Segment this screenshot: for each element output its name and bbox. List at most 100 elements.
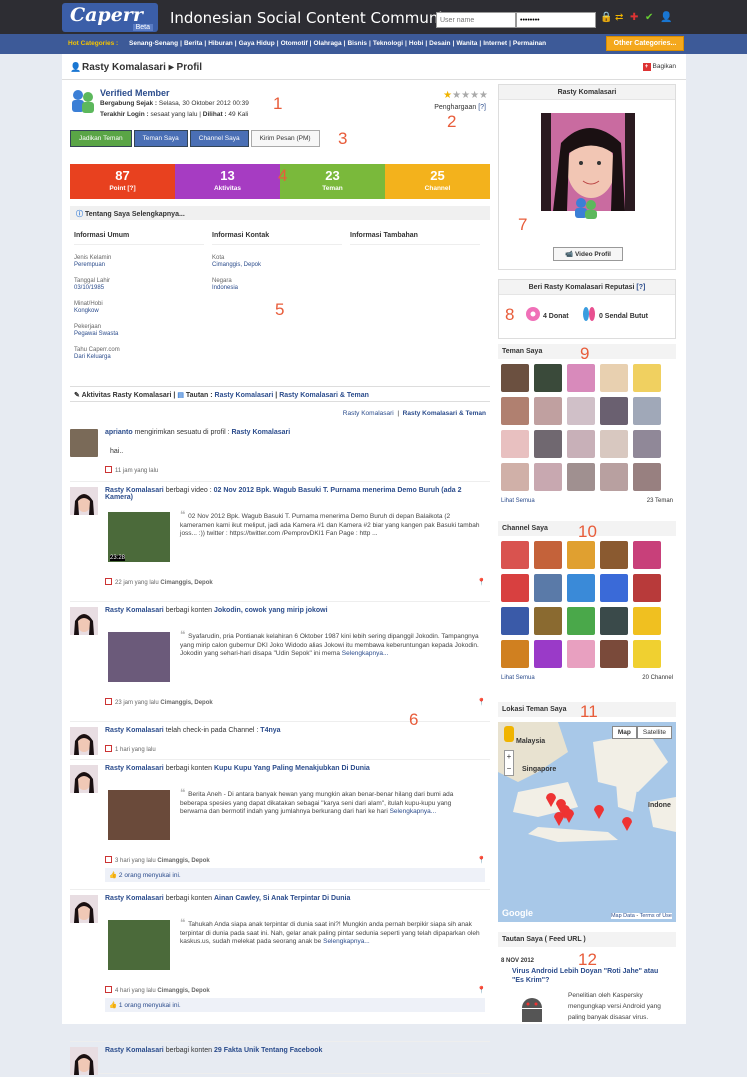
info-value[interactable]: Indonesia	[212, 285, 342, 291]
stat-2[interactable]: 23 Teman	[280, 164, 385, 199]
share-button[interactable]: + Bagikan	[642, 63, 676, 71]
check-icon[interactable]: ✔	[645, 13, 655, 23]
my-channel-button[interactable]: Channel Saya	[189, 130, 249, 147]
friend-avatar[interactable]	[501, 397, 529, 425]
read-more-link[interactable]: Selengkapnya...	[342, 650, 389, 657]
feed-user-link[interactable]: Rasty Komalasari	[105, 727, 164, 734]
stat-1[interactable]: 13 Aktivitas	[175, 164, 280, 199]
friend-avatar[interactable]	[567, 364, 595, 392]
category-link[interactable]: Olahraga	[312, 40, 342, 47]
category-link[interactable]: Wanita	[455, 40, 478, 47]
info-value[interactable]: 03/10/1985	[74, 285, 204, 291]
channel-icon[interactable]	[501, 607, 529, 635]
feed-target-link[interactable]: 29 Fakta Unik Tentang Facebook	[214, 1047, 322, 1054]
friend-avatar[interactable]	[501, 364, 529, 392]
channel-icon[interactable]	[633, 541, 661, 569]
avatar[interactable]	[70, 765, 98, 793]
feed-target-link[interactable]: Kupu Kupu Yang Paling Menakjubkan Di Dun…	[214, 765, 370, 772]
info-value[interactable]: Pegawai Swasta	[74, 331, 204, 337]
read-more-link[interactable]: Selengkapnya...	[323, 938, 370, 945]
feed-target-link[interactable]: T4nya	[260, 727, 280, 734]
username-input[interactable]	[436, 12, 516, 28]
friend-avatar[interactable]	[534, 397, 562, 425]
category-link[interactable]: Permainan	[512, 40, 547, 47]
password-input[interactable]	[516, 12, 596, 28]
filter-friends[interactable]: Rasty Komalasari & Teman	[403, 410, 486, 417]
category-link[interactable]: Bisnis	[346, 40, 368, 47]
caperr-logo[interactable]: Caperr Beta	[62, 3, 158, 32]
channel-icon[interactable]	[501, 574, 529, 602]
feed-user-link[interactable]: Rasty Komalasari	[105, 487, 164, 494]
feed-user-link[interactable]: Rasty Komalasari	[105, 1047, 164, 1054]
friend-avatar[interactable]	[633, 397, 661, 425]
avatar[interactable]	[70, 895, 98, 923]
category-link[interactable]: Otomotif	[280, 40, 309, 47]
friend-avatar[interactable]	[501, 463, 529, 491]
likes-bar[interactable]: 👍 2 orang menyukai ini.	[105, 868, 485, 882]
tautan-self-link[interactable]: Rasty Komalasari	[215, 392, 274, 399]
channel-icon[interactable]	[501, 640, 529, 668]
stat-3[interactable]: 25 Channel	[385, 164, 490, 199]
user-icon[interactable]: 👤	[660, 13, 672, 23]
channel-icon[interactable]	[501, 541, 529, 569]
friend-avatar[interactable]	[567, 397, 595, 425]
info-value[interactable]: Perempuan	[74, 262, 204, 268]
friend-avatar[interactable]	[501, 430, 529, 458]
category-link[interactable]: Gaya Hidup	[238, 40, 276, 47]
channel-icon[interactable]	[534, 574, 562, 602]
feed-thumbnail[interactable]	[108, 790, 170, 840]
channel-icon[interactable]	[633, 640, 661, 668]
stat-help[interactable]: [?]	[127, 185, 135, 192]
filter-self[interactable]: Rasty Komalasari	[343, 410, 394, 417]
channel-icon[interactable]	[633, 574, 661, 602]
sandal-reputation[interactable]: 0 Sendal Butut	[581, 306, 648, 322]
stat-0[interactable]: 87 Point [?]	[70, 164, 175, 199]
verified-member[interactable]: Verified Member	[100, 88, 170, 98]
login-icon[interactable]: ⇄	[615, 13, 625, 23]
friend-avatar[interactable]	[600, 430, 628, 458]
avatar[interactable]	[70, 727, 98, 755]
category-link[interactable]: Desain	[428, 40, 451, 47]
category-link[interactable]: Senang-Senang	[128, 40, 179, 47]
breadcrumb-name[interactable]: Rasty Komalasari	[82, 62, 166, 73]
avatar[interactable]	[70, 487, 98, 515]
feed-target-link[interactable]: Ainan Cawley, Si Anak Terpintar Di Dunia	[214, 895, 350, 902]
friend-avatar[interactable]	[534, 463, 562, 491]
friend-avatar[interactable]	[567, 463, 595, 491]
reward-help-link[interactable]: [?]	[478, 104, 486, 111]
channel-icon[interactable]	[600, 574, 628, 602]
friend-avatar[interactable]	[600, 463, 628, 491]
category-link[interactable]: Internet	[482, 40, 508, 47]
terms-link[interactable]: Terms of Use	[640, 913, 672, 919]
send-pm-button[interactable]: Kirim Pesan (PM)	[250, 130, 320, 147]
friends-map[interactable]: Map Satellite + − Malaysia Singapore Indon…	[498, 722, 676, 922]
register-icon[interactable]: ✚	[630, 13, 640, 23]
friend-avatar[interactable]	[633, 430, 661, 458]
feed-thumbnail[interactable]: 23:28	[108, 512, 170, 562]
my-friends-button[interactable]: Teman Saya	[133, 130, 188, 147]
channel-icon[interactable]	[567, 541, 595, 569]
donut-reputation[interactable]: 4 Donat	[525, 306, 569, 322]
channels-see-all-link[interactable]: Lihat Semua	[501, 675, 535, 681]
feed-target-link[interactable]: Jokodin, cowok yang mirip jokowi	[214, 607, 328, 614]
lock-icon[interactable]: 🔒	[600, 13, 612, 23]
friend-avatar[interactable]	[600, 364, 628, 392]
read-more-link[interactable]: Selengkapnya...	[390, 808, 437, 815]
channel-icon[interactable]	[567, 607, 595, 635]
channel-icon[interactable]	[534, 640, 562, 668]
channel-icon[interactable]	[534, 541, 562, 569]
category-link[interactable]: Hobi	[408, 40, 424, 47]
video-profile-button[interactable]: 📹 Video Profil	[553, 247, 623, 261]
tautan-friends-link[interactable]: Rasty Komalasari & Teman	[279, 392, 369, 399]
channel-icon[interactable]	[633, 607, 661, 635]
channel-icon[interactable]	[534, 607, 562, 635]
category-link[interactable]: Teknologi	[372, 40, 404, 47]
friend-avatar[interactable]	[633, 364, 661, 392]
add-friend-button[interactable]: Jadikan Teman	[70, 130, 132, 147]
category-link[interactable]: Berita	[183, 40, 203, 47]
reputation-help-link[interactable]: [?]	[636, 284, 645, 291]
friend-avatar[interactable]	[600, 397, 628, 425]
channel-icon[interactable]	[600, 640, 628, 668]
friend-avatar[interactable]	[534, 364, 562, 392]
feed-target-link[interactable]: Rasty Komalasari	[231, 429, 290, 436]
